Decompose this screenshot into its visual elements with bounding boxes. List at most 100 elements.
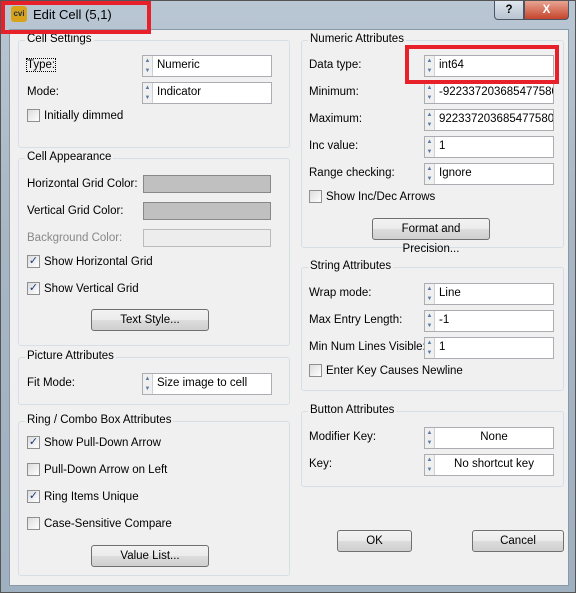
group-title: Numeric Attributes <box>308 33 406 45</box>
range-checking-label: Range checking: <box>309 167 395 179</box>
key-ring[interactable]: ▲ ▼ No shortcut key <box>424 454 554 476</box>
ring-combo-group: Ring / Combo Box Attributes ✓ Show Pull-D… <box>18 414 290 576</box>
fit-mode-value: Size image to cell <box>157 377 248 389</box>
checkbox-icon <box>309 190 322 203</box>
checkmark-icon: ✓ <box>27 255 40 268</box>
group-title: Cell Appearance <box>25 151 114 163</box>
range-checking-ring[interactable]: ▲ ▼ Ignore <box>424 163 554 185</box>
inc-value: 1 <box>439 140 446 152</box>
checkbox-icon <box>309 364 322 377</box>
cell-settings-group: Cell Settings Type: ▲ ▼ Numeric Mode: ▲ ▼ In… <box>18 33 290 148</box>
type-value: Numeric <box>157 59 200 71</box>
group-title: Button Attributes <box>308 404 397 416</box>
hgrid-color-label: Horizontal Grid Color: <box>27 178 138 190</box>
modifier-key-ring[interactable]: ▲ ▼ None <box>424 427 554 449</box>
spin-arrows-icon[interactable]: ▲ ▼ <box>425 110 435 130</box>
maximum-input[interactable]: ▲ ▼ 9223372036854775807 <box>424 109 554 131</box>
help-button[interactable]: ? <box>494 1 524 20</box>
format-precision-button[interactable]: Format and Precision... <box>372 218 490 255</box>
spin-arrows-icon[interactable]: ▲ ▼ <box>425 137 435 157</box>
spin-arrows-icon[interactable]: ▲ ▼ <box>425 164 435 184</box>
minimum-value: -9223372036854775808 <box>439 86 553 98</box>
checkbox-label: Show Horizontal Grid <box>44 255 153 268</box>
picture-attributes-group: Picture Attributes Fit Mode: ▲ ▼ Size imag… <box>18 350 290 405</box>
wrap-mode-ring[interactable]: ▲ ▼ Line <box>424 283 554 305</box>
spin-arrows-icon[interactable]: ▲ ▼ <box>425 83 435 103</box>
spin-arrows-icon[interactable]: ▲ ▼ <box>143 56 153 76</box>
modifier-key-value: None <box>480 431 508 443</box>
type-ring[interactable]: ▲ ▼ Numeric <box>142 55 272 77</box>
spin-arrows-icon[interactable]: ▲ ▼ <box>425 311 435 331</box>
dialog-client: Cell Settings Type: ▲ ▼ Numeric Mode: ▲ ▼ In… <box>9 29 569 586</box>
close-button[interactable]: X <box>524 1 569 20</box>
checkmark-icon: ✓ <box>27 436 40 449</box>
min-lines-visible-label: Min Num Lines Visible: <box>309 341 426 353</box>
spin-arrows-icon[interactable]: ▲ ▼ <box>425 455 435 475</box>
show-pulldown-arrow-checkbox[interactable]: ✓ Show Pull-Down Arrow <box>27 436 161 449</box>
checkbox-label: Pull-Down Arrow on Left <box>44 463 168 476</box>
minimum-input[interactable]: ▲ ▼ -9223372036854775808 <box>424 82 554 104</box>
maximum-label: Maximum: <box>309 113 363 125</box>
cancel-button[interactable]: Cancel <box>472 530 564 552</box>
checkbox-icon <box>27 517 40 530</box>
hgrid-color-swatch[interactable] <box>143 175 271 193</box>
key-value: No shortcut key <box>454 458 534 470</box>
group-title: String Attributes <box>308 260 394 272</box>
maximum-value: 9223372036854775807 <box>439 113 553 125</box>
show-hgrid-checkbox[interactable]: ✓ Show Horizontal Grid <box>27 255 153 268</box>
initially-dimmed-checkbox[interactable]: Initially dimmed <box>27 109 123 122</box>
max-entry-length-value: -1 <box>439 314 450 326</box>
checkbox-label: Show Inc/Dec Arrows <box>326 190 436 203</box>
dialog-window: cvi Edit Cell (5,1) ? X Cell Settings Ty… <box>0 0 576 593</box>
cell-appearance-group: Cell Appearance Horizontal Grid Color: V… <box>18 151 290 346</box>
show-vgrid-checkbox[interactable]: ✓ Show Vertical Grid <box>27 282 139 295</box>
checkbox-label: Ring Items Unique <box>44 490 139 503</box>
minimum-label: Minimum: <box>309 86 359 98</box>
mode-ring[interactable]: ▲ ▼ Indicator <box>142 82 272 104</box>
fit-mode-label: Fit Mode: <box>27 377 75 389</box>
checkbox-label: Show Pull-Down Arrow <box>44 436 161 449</box>
checkmark-icon: ✓ <box>27 282 40 295</box>
checkbox-label: Initially dimmed <box>44 109 124 122</box>
arrow-on-left-checkbox[interactable]: Pull-Down Arrow on Left <box>27 463 167 476</box>
checkbox-label: Case-Sensitive Compare <box>44 517 172 530</box>
inc-value-label: Inc value: <box>309 140 359 152</box>
ring-items-unique-checkbox[interactable]: ✓ Ring Items Unique <box>27 490 139 503</box>
value-list-button[interactable]: Value List... <box>91 545 209 567</box>
button-attributes-group: Button Attributes Modifier Key: ▲ ▼ None K… <box>301 404 564 487</box>
mode-label: Mode: <box>27 86 59 98</box>
case-sensitive-checkbox[interactable]: Case-Sensitive Compare <box>27 517 172 530</box>
max-entry-length-label: Max Entry Length: <box>309 314 403 326</box>
text-style-button[interactable]: Text Style... <box>91 309 209 331</box>
spin-arrows-icon[interactable]: ▲ ▼ <box>143 83 153 103</box>
ok-button[interactable]: OK <box>337 530 412 552</box>
vgrid-color-swatch[interactable] <box>143 202 271 220</box>
checkbox-icon <box>27 109 40 122</box>
checkbox-icon <box>27 463 40 476</box>
key-label: Key: <box>309 458 333 470</box>
group-title: Picture Attributes <box>25 350 116 362</box>
mode-value: Indicator <box>157 86 202 98</box>
min-lines-visible-input[interactable]: ▲ ▼ 1 <box>424 337 554 359</box>
type-label: Type: <box>25 58 57 72</box>
inc-value-input[interactable]: ▲ ▼ 1 <box>424 136 554 158</box>
max-entry-length-input[interactable]: ▲ ▼ -1 <box>424 310 554 332</box>
checkbox-label: Enter Key Causes Newline <box>326 364 463 377</box>
data-type-label: Data type: <box>309 59 362 71</box>
spin-arrows-icon[interactable]: ▲ ▼ <box>425 284 435 304</box>
string-attributes-group: String Attributes Wrap mode: ▲ ▼ Line Max … <box>301 260 564 391</box>
range-checking-value: Ignore <box>439 167 472 179</box>
fit-mode-ring[interactable]: ▲ ▼ Size image to cell <box>142 373 272 395</box>
group-title: Ring / Combo Box Attributes <box>25 414 174 426</box>
wrap-mode-label: Wrap mode: <box>309 287 372 299</box>
modifier-key-label: Modifier Key: <box>309 431 377 443</box>
checkbox-label: Show Vertical Grid <box>44 282 139 295</box>
min-lines-visible-value: 1 <box>439 341 446 353</box>
title-highlight-box <box>1 1 151 34</box>
spin-arrows-icon[interactable]: ▲ ▼ <box>425 428 435 448</box>
group-title: Cell Settings <box>25 33 94 45</box>
show-inc-dec-arrows-checkbox[interactable]: Show Inc/Dec Arrows <box>309 190 435 203</box>
enter-key-newline-checkbox[interactable]: Enter Key Causes Newline <box>309 364 463 377</box>
spin-arrows-icon[interactable]: ▲ ▼ <box>425 338 435 358</box>
spin-arrows-icon[interactable]: ▲ ▼ <box>143 374 153 394</box>
